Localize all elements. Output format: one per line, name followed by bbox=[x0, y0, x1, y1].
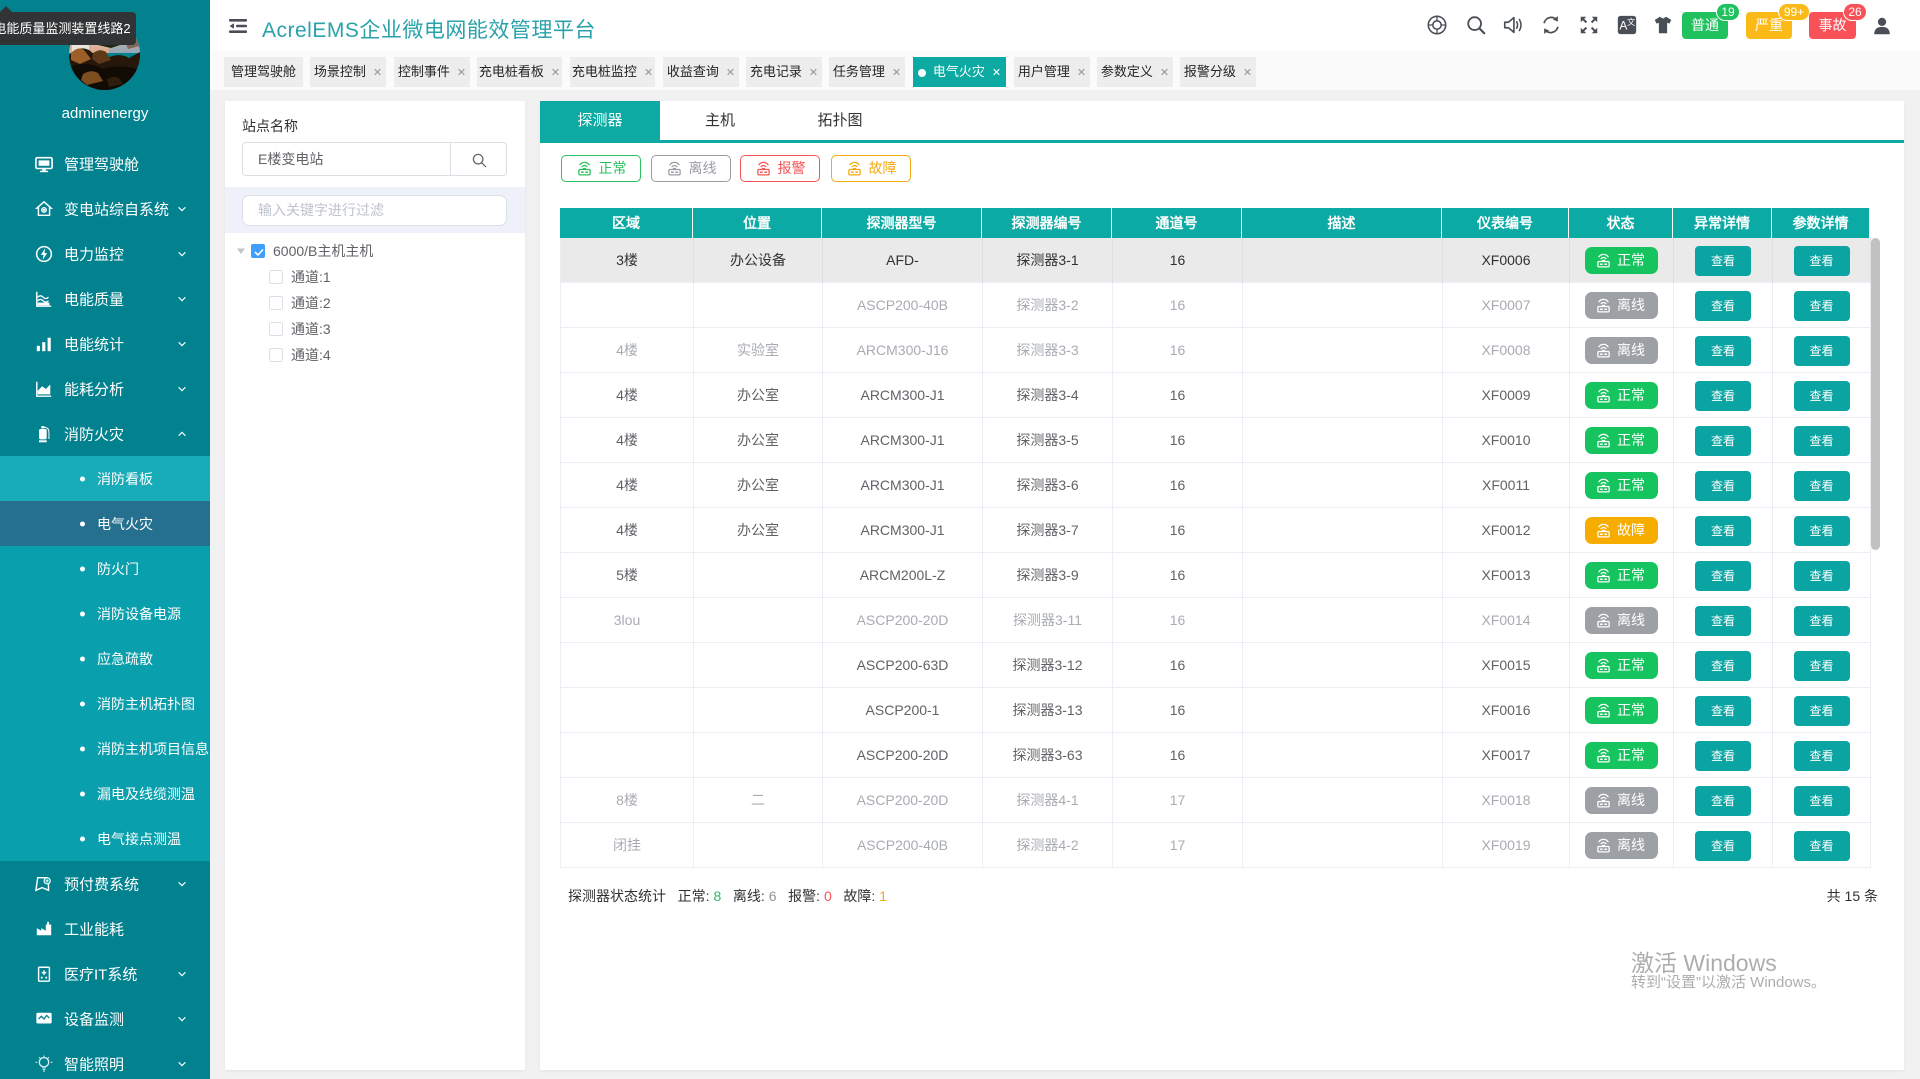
svg-text:文: 文 bbox=[1627, 17, 1635, 27]
